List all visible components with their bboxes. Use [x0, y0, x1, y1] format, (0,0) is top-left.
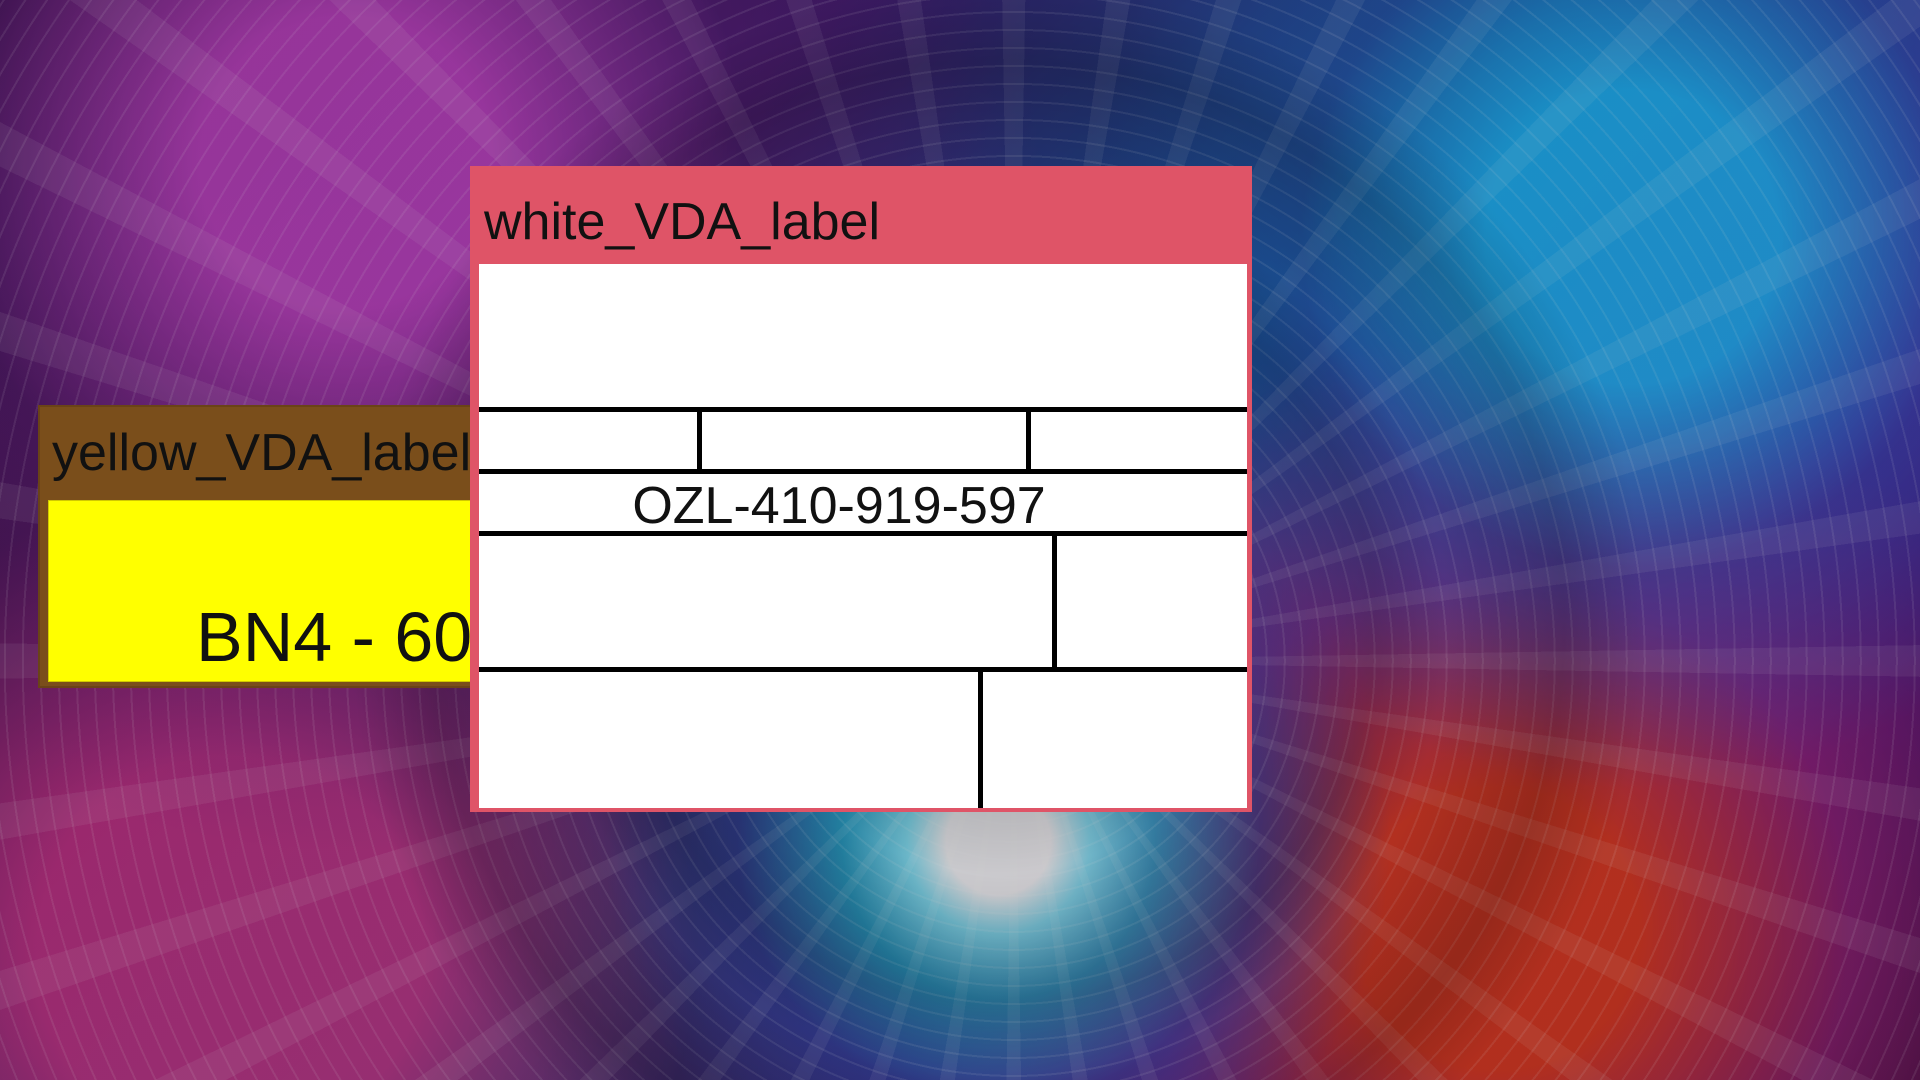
yellow-vda-label-title: yellow_VDA_label	[52, 424, 472, 482]
label-divider-col-4	[978, 667, 983, 808]
desktop-background: yellow_VDA_label BN4 - 60 white_VDA_labe…	[0, 0, 1920, 1080]
label-divider-col-1	[697, 407, 702, 474]
label-divider-row-1	[479, 407, 1247, 412]
yellow-vda-label-value: BN4 - 60	[196, 598, 473, 676]
label-divider-col-2	[1026, 407, 1031, 474]
white-vda-label-title: white_VDA_label	[484, 193, 881, 251]
label-divider-row-4	[479, 667, 1247, 672]
yellow-vda-label-panel: BN4 - 60	[48, 500, 500, 682]
label-divider-col-3	[1052, 531, 1057, 672]
label-divider-row-2	[479, 469, 1247, 474]
white-vda-label-sheet: OZL-410-919-597	[479, 264, 1247, 808]
white-vda-label-code: OZL-410-919-597	[632, 477, 1046, 535]
yellow-vda-label-window[interactable]: yellow_VDA_label BN4 - 60	[38, 405, 500, 688]
white-vda-label-window[interactable]: white_VDA_label OZL-410-919-597	[470, 166, 1252, 812]
